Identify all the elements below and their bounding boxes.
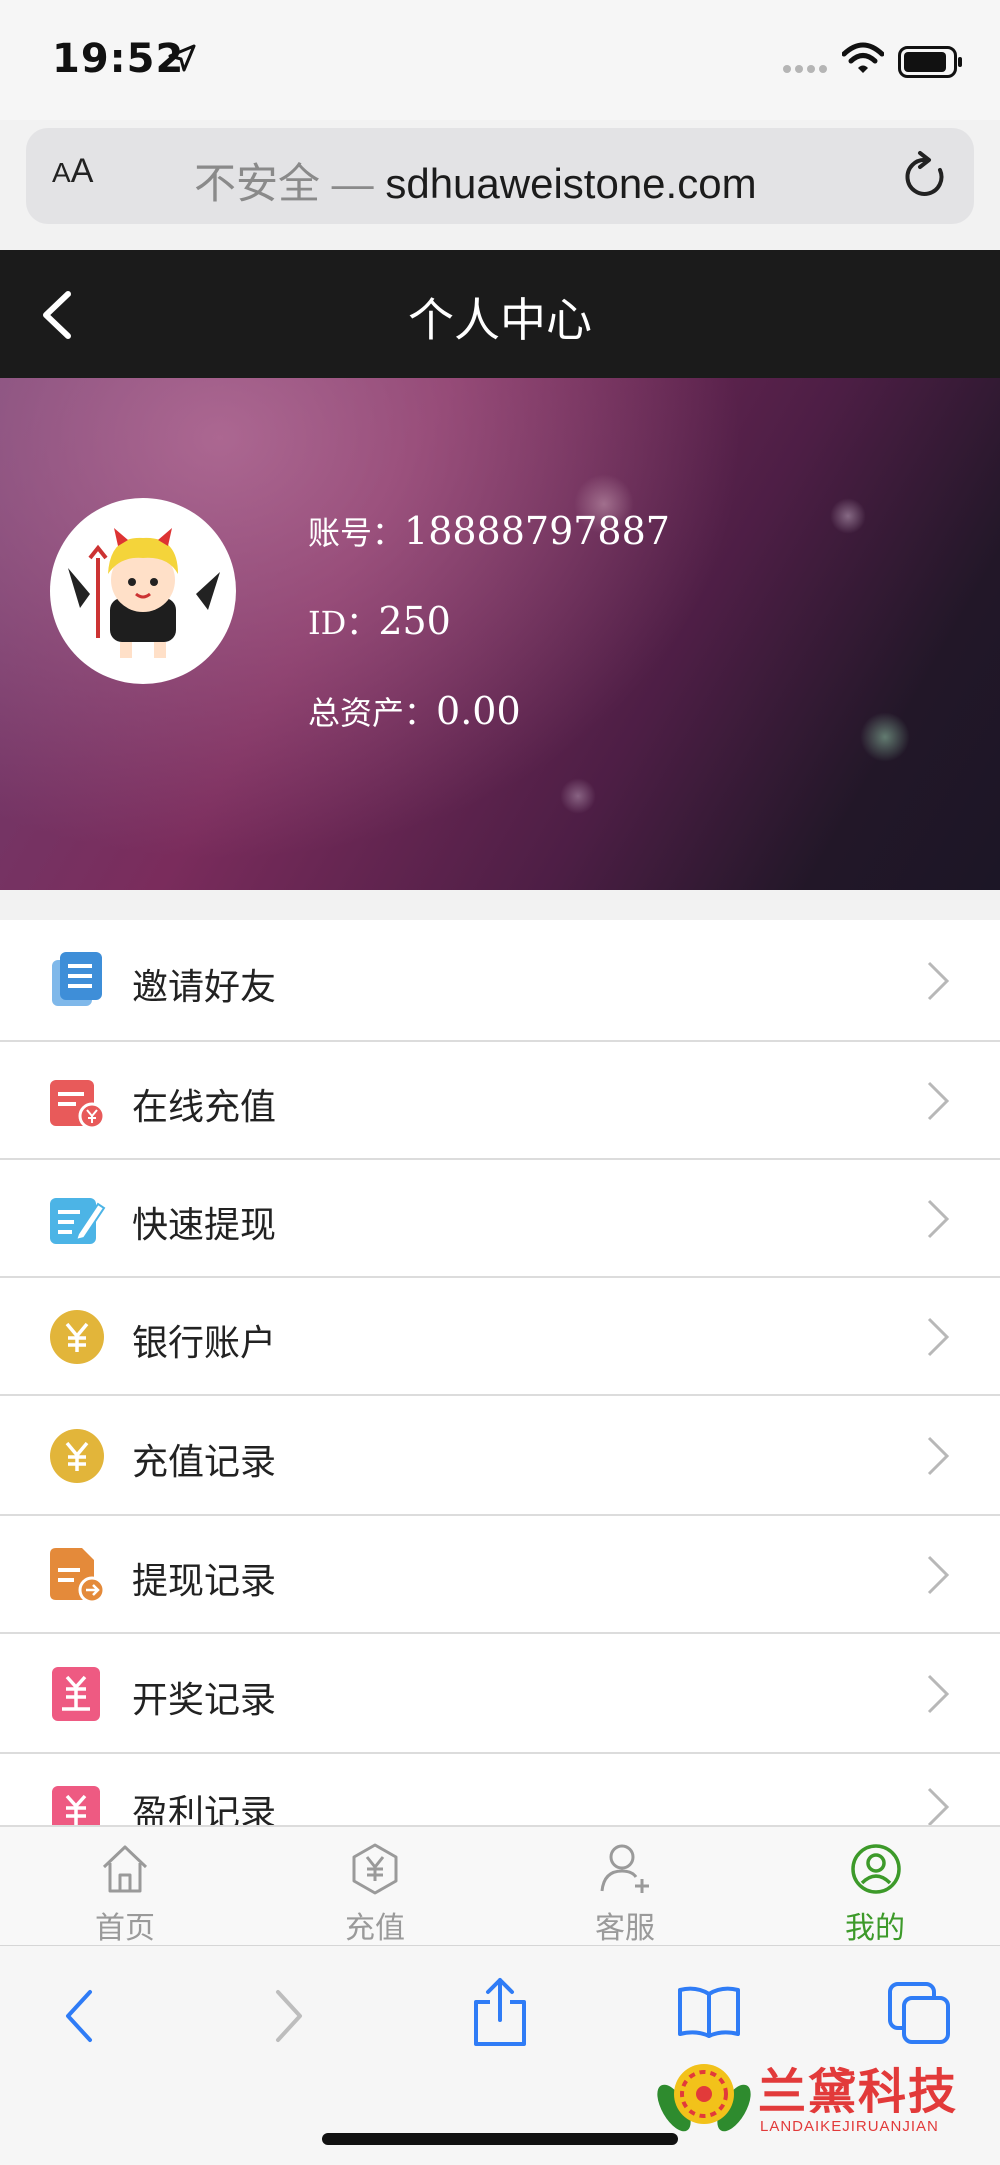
status-bar: 19:52 [0, 0, 1000, 120]
menu-list: 邀请好友 在线充值 快速提现 银行账户 充值记录 提现记录 开奖记录 盈利记录 [0, 920, 1000, 1825]
menu-item-invite-friends[interactable]: 邀请好友 [0, 920, 1000, 1042]
browser-forward-icon[interactable] [272, 1986, 306, 2046]
chevron-right-icon [927, 1674, 950, 1714]
page-header: 个人中心 [0, 250, 1000, 378]
decorative-sparkle [860, 712, 910, 762]
yuan-coin-icon [50, 1310, 104, 1364]
tab-recharge[interactable]: 充值 [250, 1827, 500, 1947]
profile-icon [851, 1844, 901, 1894]
home-indicator [322, 2133, 678, 2145]
bookmarks-icon[interactable] [676, 1984, 742, 2040]
chevron-right-icon [927, 1317, 950, 1357]
watermark-subtext: LANDAIKEJIRUANJIAN [760, 2118, 939, 2135]
menu-item-recharge-records[interactable]: 充值记录 [0, 1396, 1000, 1516]
assets-line: 总资产：0.00 [308, 689, 521, 733]
invite-doc-icon [52, 952, 102, 1006]
menu-item-quick-withdraw[interactable]: 快速提现 [0, 1160, 1000, 1278]
url-host: sdhuaweistone.com [385, 160, 757, 207]
chevron-right-icon [927, 961, 950, 1001]
menu-item-bank-account[interactable]: 银行账户 [0, 1278, 1000, 1396]
profit-record-icon [52, 1786, 100, 1825]
lottery-record-icon [52, 1667, 100, 1721]
home-icon [102, 1845, 148, 1893]
chevron-right-icon [927, 1081, 950, 1121]
tabs-icon[interactable] [886, 1980, 952, 2046]
profile-banner: 账号：18888797887 ID：250 总资产：0.00 [0, 378, 1000, 890]
reader-text-size-button[interactable]: AA [52, 152, 93, 191]
menu-item-profit-records[interactable]: 盈利记录 [0, 1754, 1000, 1825]
share-icon[interactable] [470, 1976, 530, 2048]
wifi-icon [842, 42, 884, 73]
tab-home[interactable]: 首页 [0, 1827, 250, 1947]
tab-mine[interactable]: 我的 [750, 1827, 1000, 1947]
yuan-coin-icon [50, 1429, 104, 1483]
bottom-tab-bar: 首页 充值 客服 我的 [0, 1825, 1000, 1947]
id-value: 250 [378, 599, 451, 643]
menu-item-online-recharge[interactable]: 在线充值 [0, 1042, 1000, 1160]
tab-customer-service[interactable]: 客服 [500, 1827, 750, 1947]
account-value: 18888797887 [404, 509, 670, 553]
devil-character-avatar-icon [68, 528, 220, 658]
page-title: 个人中心 [408, 293, 592, 347]
withdraw-record-icon [50, 1548, 106, 1604]
battery-icon [898, 46, 962, 78]
brand-watermark: 兰黛科技 LANDAIKEJIRUANJIAN [654, 2048, 994, 2153]
browser-back-icon[interactable] [62, 1986, 96, 2046]
location-arrow-icon [168, 44, 196, 72]
recharge-icon [50, 1080, 106, 1130]
menu-item-withdraw-records[interactable]: 提现记录 [0, 1516, 1000, 1634]
insecure-label: 不安全 — [194, 160, 374, 207]
menu-item-lottery-records[interactable]: 开奖记录 [0, 1634, 1000, 1754]
chevron-right-icon [927, 1555, 950, 1595]
assets-value: 0.00 [436, 689, 521, 733]
id-line: ID：250 [308, 599, 451, 643]
chevron-right-icon [927, 1436, 950, 1476]
address-bar[interactable]: AA 不安全 — sdhuaweistone.com [26, 128, 974, 224]
url-text[interactable]: 不安全 — sdhuaweistone.com [194, 150, 757, 211]
customer-service-icon [600, 1844, 649, 1893]
chevron-right-icon [927, 1199, 950, 1239]
avatar[interactable] [50, 498, 236, 684]
account-line: 账号：18888797887 [308, 509, 670, 553]
watermark-logo-icon [657, 2064, 751, 2132]
reload-icon[interactable] [902, 150, 950, 202]
chevron-right-icon [927, 1787, 950, 1825]
decorative-sparkle [830, 498, 866, 534]
decorative-sparkle [560, 778, 596, 814]
cellular-signal-icon [783, 65, 827, 73]
status-time: 19:52 [52, 36, 185, 82]
recharge-hex-icon [352, 1843, 398, 1895]
withdraw-edit-icon [50, 1198, 106, 1244]
watermark-text: 兰黛科技 [758, 2064, 959, 2120]
